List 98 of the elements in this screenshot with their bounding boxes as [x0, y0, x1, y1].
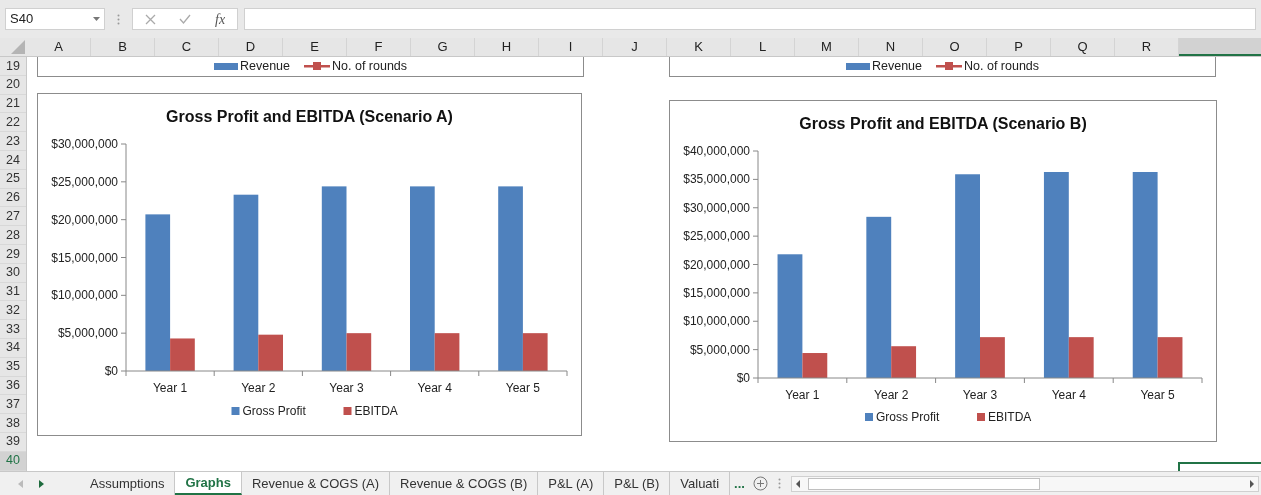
row-header[interactable]: 37 [0, 395, 26, 415]
axis-tick-label: $35,000,000 [683, 172, 750, 187]
axis-tick-label: Year 5 [1140, 388, 1175, 402]
column-header[interactable]: E [283, 38, 347, 56]
row-header[interactable]: 22 [0, 113, 26, 133]
axis-tick-label: $30,000,000 [683, 200, 750, 215]
row-header[interactable]: 34 [0, 338, 26, 358]
axis-tick-label: $0 [104, 364, 118, 378]
insert-function-button[interactable]: fx [215, 8, 226, 30]
row-header[interactable]: 25 [0, 169, 26, 189]
column-header[interactable]: A [27, 38, 91, 56]
sheet-tab[interactable]: Revenue & COGS (A) [241, 472, 391, 495]
axis-tick-label: Year 3 [962, 388, 998, 402]
row-header[interactable]: 30 [0, 263, 26, 283]
column-header[interactable]: F [347, 38, 411, 56]
column-header[interactable]: J [603, 38, 667, 56]
row-header[interactable]: 35 [0, 357, 26, 377]
sheet-tab[interactable]: Revenue & COGS (B) [390, 472, 539, 495]
axis-tick-label: $10,000,000 [683, 314, 750, 329]
more-sheets-button[interactable]: ... [730, 473, 749, 494]
column-header[interactable]: G [411, 38, 475, 56]
row-header[interactable]: 32 [0, 301, 26, 321]
column-header[interactable]: I [539, 38, 603, 56]
row-header[interactable]: 38 [0, 414, 26, 433]
row-header[interactable]: 31 [0, 282, 26, 302]
name-box[interactable]: S40 [5, 8, 105, 30]
legend-label: Revenue [239, 59, 290, 73]
column-header[interactable]: P [987, 38, 1051, 56]
cancel-icon[interactable] [144, 13, 156, 25]
axis-tick-label: $15,000,000 [51, 250, 118, 265]
row-header[interactable]: 36 [0, 376, 26, 396]
drag-handle-icon [117, 13, 120, 25]
row-header[interactable]: 28 [0, 226, 26, 245]
legend-label: EBITDA [988, 410, 1032, 424]
sheet-tab[interactable]: P&L (B) [604, 472, 671, 495]
sheet-tab[interactable]: Graphs [175, 472, 242, 495]
axis-tick-label: $25,000,000 [683, 229, 750, 244]
axis-tick-label: Year 2 [874, 388, 909, 402]
column-header[interactable]: K [667, 38, 731, 56]
axis-tick-label: Year 3 [329, 381, 364, 395]
legend-label: EBITDA [354, 404, 398, 418]
checkmark-icon[interactable] [179, 14, 192, 24]
row-header[interactable]: 19 [0, 57, 26, 76]
axis-tick-label: $40,000,000 [683, 144, 750, 158]
column-header[interactable]: Q [1051, 38, 1115, 56]
axis-tick-label: Year 1 [152, 381, 188, 395]
axis-tick-label: $30,000,000 [51, 137, 118, 151]
formula-input[interactable] [244, 8, 1256, 30]
axis-tick-label: Year 1 [785, 388, 820, 402]
column-header[interactable]: H [475, 38, 539, 56]
axis-tick-label: Year 2 [241, 381, 276, 395]
axis-tick-label: $20,000,000 [51, 212, 118, 227]
row-header[interactable]: 21 [0, 94, 26, 114]
axis-tick-label: $5,000,000 [57, 326, 118, 341]
column-header[interactable]: D [219, 38, 283, 56]
scroll-right-icon[interactable] [39, 479, 44, 488]
axis-tick-label: $20,000,000 [683, 257, 750, 272]
scrollbar-thumb[interactable] [807, 477, 1040, 490]
axis-tick-label: $15,000,000 [683, 285, 750, 300]
row-header[interactable]: 29 [0, 244, 26, 264]
chart-frame[interactable]: Revenue No. of rounds [37, 57, 584, 77]
sheet-tab[interactable]: Valuati [670, 472, 731, 495]
legend-label: Gross Profit [242, 404, 306, 418]
row-header[interactable]: 39 [0, 432, 26, 452]
cell-reference: S40 [10, 10, 34, 29]
select-all-icon[interactable] [11, 40, 25, 54]
row-header[interactable]: 27 [0, 207, 26, 227]
legend-label: Revenue [871, 59, 922, 73]
column-header[interactable]: O [923, 38, 987, 56]
row-header[interactable]: 24 [0, 151, 26, 170]
column-header[interactable]: C [155, 38, 219, 56]
column-header[interactable]: B [91, 38, 155, 56]
column-header[interactable]: L [731, 38, 795, 56]
row-header[interactable]: 26 [0, 188, 26, 208]
legend-label: No. of rounds [332, 59, 408, 73]
column-header[interactable]: N [859, 38, 923, 56]
sheet-tab[interactable]: P&L (A) [538, 472, 605, 495]
column-header[interactable]: M [795, 38, 859, 56]
add-sheet-icon[interactable] [752, 476, 768, 491]
axis-tick-label: $0 [736, 371, 750, 385]
axis-tick-label: $10,000,000 [51, 288, 118, 303]
axis-tick-label: Year 5 [505, 381, 541, 395]
dropdown-caret-icon [93, 17, 100, 21]
row-header[interactable]: 33 [0, 320, 26, 339]
horizontal-scrollbar[interactable] [790, 475, 1259, 492]
row-header[interactable]: 20 [0, 75, 26, 95]
axis-tick-label: Year 4 [1051, 388, 1086, 402]
chart-title: Gross Profit and EBITDA (Scenario A) [166, 108, 453, 125]
chart-title: Gross Profit and EBITDA (Scenario B) [799, 115, 1087, 132]
axis-tick-label: $5,000,000 [689, 342, 750, 357]
legend-label: Gross Profit [876, 410, 940, 424]
chart-frame[interactable]: Revenue No. of rounds [669, 57, 1216, 77]
row-header[interactable]: 23 [0, 132, 26, 151]
axis-tick-label: $25,000,000 [51, 174, 118, 189]
axis-tick-label: Year 4 [417, 381, 452, 395]
drag-handle-icon [777, 478, 781, 489]
legend-label: No. of rounds [964, 59, 1040, 73]
column-header[interactable] [1179, 38, 1261, 56]
